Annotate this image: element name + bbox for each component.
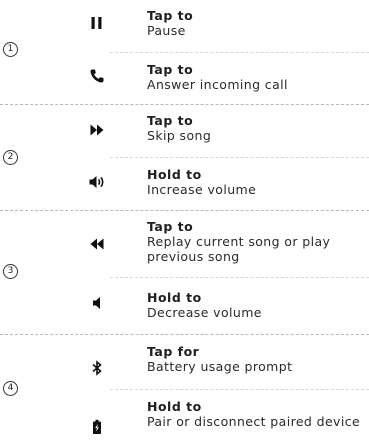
fast-forward-icon bbox=[88, 121, 106, 139]
instruction-description: Increase volume bbox=[147, 182, 257, 197]
instruction-description: Replay current song or play previous son… bbox=[147, 234, 331, 264]
battery-icon bbox=[88, 418, 106, 436]
item-divider bbox=[110, 277, 369, 278]
instruction-description: Skip song bbox=[147, 128, 212, 143]
instruction-action: Hold to bbox=[147, 290, 202, 305]
instruction-action: Tap to bbox=[147, 113, 194, 128]
phone-icon bbox=[88, 67, 106, 85]
instruction-action: Tap for bbox=[147, 344, 200, 359]
instruction-description: Answer incoming call bbox=[147, 77, 288, 92]
instruction-decrease-volume: Hold to Decrease volume bbox=[147, 290, 369, 320]
step-number-4: 4 bbox=[3, 381, 18, 396]
bluetooth-icon bbox=[88, 359, 106, 377]
rewind-icon bbox=[88, 235, 106, 253]
earbud-controls-guide: 1 Tap to Pause Tap to Answer incoming ca… bbox=[0, 0, 369, 448]
instruction-skip-song: Tap to Skip song bbox=[147, 113, 369, 143]
instruction-pause: Tap to Pause bbox=[147, 8, 369, 38]
volume-down-icon bbox=[88, 294, 106, 312]
step-number-1: 1 bbox=[3, 42, 18, 57]
instruction-replay-song: Tap to Replay current song or play previ… bbox=[147, 219, 369, 264]
group-divider bbox=[0, 104, 369, 105]
instruction-action: Tap to bbox=[147, 8, 194, 23]
instruction-description: Pair or disconnect paired device bbox=[147, 414, 361, 429]
item-divider bbox=[110, 389, 369, 390]
instruction-pair-device: Hold to Pair or disconnect paired device bbox=[147, 399, 369, 429]
instruction-increase-volume: Hold to Increase volume bbox=[147, 167, 369, 197]
step-number-2: 2 bbox=[3, 150, 18, 165]
group-divider bbox=[0, 210, 369, 211]
instruction-action: Tap to bbox=[147, 219, 194, 234]
instruction-answer-call: Tap to Answer incoming call bbox=[147, 62, 369, 92]
instruction-description: Battery usage prompt bbox=[147, 359, 293, 374]
group-divider bbox=[0, 334, 369, 335]
instruction-action: Tap to bbox=[147, 62, 194, 77]
instruction-battery-prompt: Tap for Battery usage prompt bbox=[147, 344, 369, 374]
pause-icon bbox=[88, 14, 106, 32]
instruction-description: Pause bbox=[147, 23, 186, 38]
item-divider bbox=[110, 157, 369, 158]
step-number-3: 3 bbox=[3, 264, 18, 279]
instruction-description: Decrease volume bbox=[147, 305, 262, 320]
instruction-action: Hold to bbox=[147, 399, 202, 414]
volume-up-icon bbox=[88, 173, 106, 191]
instruction-action: Hold to bbox=[147, 167, 202, 182]
item-divider bbox=[110, 52, 369, 53]
